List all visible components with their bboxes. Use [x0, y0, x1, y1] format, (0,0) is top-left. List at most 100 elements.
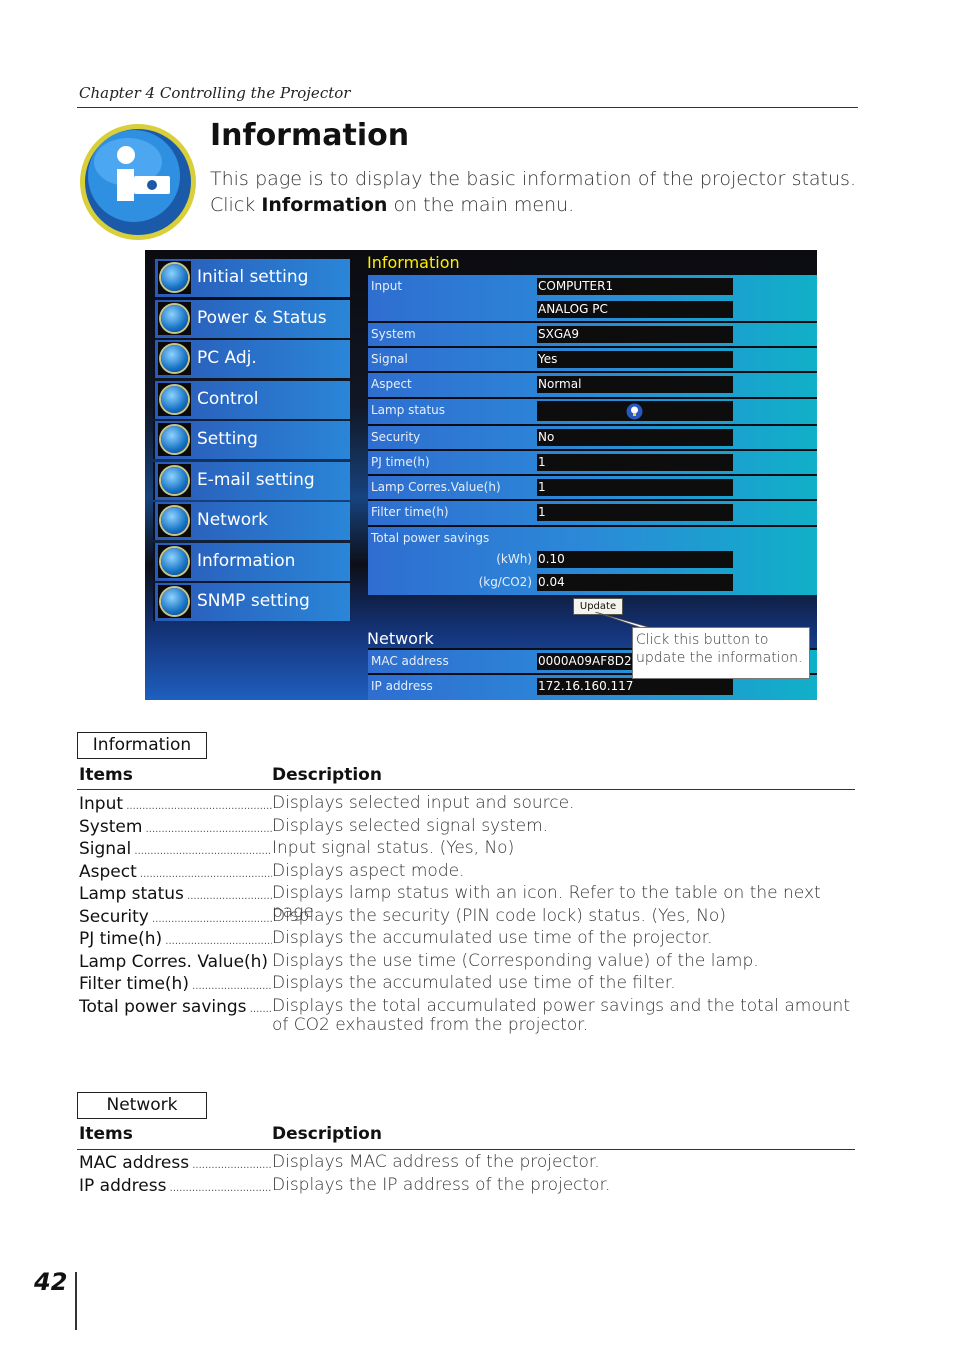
co2-unit: (kg/CO2)	[478, 575, 532, 589]
label: System	[371, 327, 416, 341]
input-value: COMPUTER1	[537, 278, 733, 295]
network-heading: Network	[367, 629, 434, 648]
menu-item-pc-adj[interactable]: PC Adj.	[153, 340, 350, 378]
envelope-icon	[158, 464, 191, 497]
item-description: Displays the accumulated use time of the…	[272, 928, 713, 948]
label: MAC address	[371, 654, 449, 668]
item-description: Displays MAC address of the projector.	[272, 1152, 600, 1172]
item-description: Displays the use time (Corresponding val…	[272, 950, 759, 971]
label: Lamp Corres.Value(h)	[371, 480, 501, 494]
menu-item-email-setting[interactable]: E-mail setting	[153, 462, 350, 500]
menu-item-network[interactable]: Network	[153, 502, 350, 540]
aspect-value: Normal	[537, 376, 733, 393]
menu-item-initial-setting[interactable]: Initial setting	[153, 259, 350, 297]
intro-bold: Information	[261, 194, 388, 216]
item-name: System	[79, 816, 272, 841]
monitor-icon	[158, 342, 191, 375]
item-description: Displays the total accumulated power sav…	[272, 995, 850, 1035]
item-name: Lamp Corres. Value(h)	[79, 951, 272, 976]
intro-text-end: on the main menu.	[387, 194, 575, 216]
menu-item-snmp-setting[interactable]: SNMP setting	[153, 583, 350, 621]
menu-label: Power & Status	[197, 308, 327, 328]
gear-icon	[158, 261, 191, 294]
item-name: Signal	[79, 838, 272, 863]
lamp-bulb-icon	[626, 403, 643, 420]
section-label-information: Information	[77, 732, 207, 759]
information-heading: Information	[367, 253, 460, 272]
menu-label: Control	[197, 389, 259, 409]
item-description: Displays the accumulated use time of the…	[272, 973, 676, 993]
security-value: No	[537, 429, 733, 446]
page-number: 42	[34, 1268, 68, 1296]
manual-page: Chapter 4 Controlling the Projector Info…	[0, 0, 954, 1350]
item-name: Security	[79, 906, 272, 931]
item-name: Filter time(h)	[79, 973, 272, 998]
lamp-status-value	[537, 401, 733, 421]
col-items: Items	[79, 765, 133, 785]
power-status-icon	[158, 302, 191, 335]
col-description: Description	[272, 1124, 382, 1144]
label: Lamp status	[371, 403, 446, 417]
item-name: Input	[79, 793, 272, 818]
menu-label: Information	[197, 551, 296, 571]
co2-value: 0.04	[537, 574, 733, 591]
item-description: Input signal status. (Yes, No)	[272, 838, 515, 858]
item-name: MAC address	[79, 1152, 272, 1177]
menu-item-power-status[interactable]: Power & Status	[153, 300, 350, 338]
filter-time-value: 1	[537, 504, 733, 521]
update-callout: Click this button to update the informat…	[632, 627, 810, 679]
menu-label: SNMP setting	[197, 591, 310, 611]
information-icon	[80, 124, 196, 240]
lamp-corres-value: 1	[537, 479, 733, 496]
signal-value: Yes	[537, 351, 733, 368]
label: PJ time(h)	[371, 455, 430, 469]
kwh-value: 0.10	[537, 551, 733, 568]
menu-item-information[interactable]: Information	[153, 543, 350, 581]
system-value: SXGA9	[537, 326, 733, 343]
item-description: Displays the security (PIN code lock) st…	[272, 905, 726, 926]
item-name: IP address	[79, 1175, 272, 1200]
page-number-bar	[75, 1272, 77, 1330]
menu-item-control[interactable]: Control	[153, 381, 350, 419]
network-icon	[158, 504, 191, 537]
web-ui-screenshot: Initial setting Power & Status PC Adj. C…	[145, 250, 817, 700]
snmp-icon	[158, 585, 191, 618]
label: Filter time(h)	[371, 505, 449, 519]
chapter-header: Chapter 4 Controlling the Projector	[79, 84, 351, 102]
label: Aspect	[371, 377, 412, 391]
item-description: Displays aspect mode.	[272, 860, 465, 881]
item-name: PJ time(h)	[79, 928, 272, 953]
menu-label: Network	[197, 510, 268, 530]
item-name: Aspect	[79, 861, 272, 886]
control-pad-icon	[158, 383, 191, 416]
pj-time-value: 1	[537, 454, 733, 471]
header-divider	[77, 107, 858, 108]
kwh-unit: (kWh)	[496, 552, 532, 566]
source-value: ANALOG PC	[537, 301, 733, 318]
item-name: Lamp status	[79, 883, 272, 908]
item-description: Displays the IP address of the projector…	[272, 1174, 611, 1195]
label: Security	[371, 430, 421, 444]
label: Total power savings	[371, 531, 490, 545]
wrench-icon	[158, 423, 191, 456]
label: Input	[371, 279, 403, 293]
table-divider	[77, 1149, 855, 1150]
table-divider	[77, 789, 855, 790]
menu-label: E-mail setting	[197, 470, 315, 490]
menu-label: Initial setting	[197, 267, 309, 287]
page-title: Information	[210, 118, 410, 153]
label: Signal	[371, 352, 408, 366]
menu-label: PC Adj.	[197, 348, 257, 368]
section-label-network: Network	[77, 1092, 207, 1119]
menu-item-setting[interactable]: Setting	[153, 421, 350, 459]
ip-value: 172.16.160.117	[537, 678, 733, 695]
item-description: Displays selected signal system.	[272, 815, 549, 836]
item-name: Total power savings	[79, 996, 272, 1021]
information-icon	[158, 545, 191, 578]
col-description: Description	[272, 765, 382, 785]
item-description: Displays selected input and source.	[272, 793, 575, 813]
col-items: Items	[79, 1124, 133, 1144]
intro-paragraph: This page is to display the basic inform…	[210, 166, 856, 218]
label: IP address	[371, 679, 433, 693]
menu-label: Setting	[197, 429, 258, 449]
